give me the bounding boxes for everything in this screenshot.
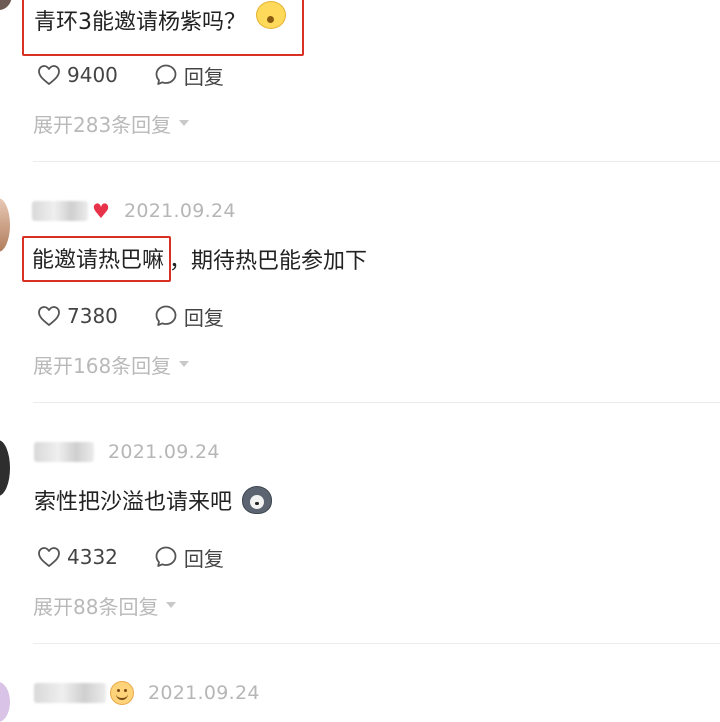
- comment-actions: 7380 回复: [37, 302, 224, 330]
- username-blurred[interactable]: [34, 683, 106, 703]
- heart-outline-icon: [38, 65, 60, 85]
- comment-text: 索性把沙溢也请来吧: [34, 490, 233, 515]
- username-blurred[interactable]: [32, 201, 88, 221]
- comment-text: ，期待热巴能参加下: [169, 249, 368, 274]
- comment-bubble-icon: [155, 546, 177, 567]
- like-button[interactable]: 4332: [37, 545, 118, 569]
- user-row: ♥ 2021.09.24: [22, 198, 236, 224]
- like-count: 9400: [67, 63, 118, 87]
- reply-label: 回复: [183, 546, 224, 571]
- avatar[interactable]: [0, 198, 10, 252]
- like-count: 7380: [67, 304, 118, 328]
- comment-date: 2021.09.24: [123, 200, 236, 222]
- expand-replies-label: 展开283条回复: [33, 112, 172, 137]
- caret-down-icon: [179, 361, 190, 367]
- reply-button[interactable]: 回复: [154, 61, 224, 90]
- smile-emoji-icon: [110, 681, 134, 705]
- comment-actions: 9400 回复: [37, 61, 224, 89]
- comment-actions: 4332 回复: [37, 543, 224, 571]
- expand-replies-button[interactable]: 展开168条回复: [33, 351, 190, 378]
- caret-down-icon: [166, 602, 177, 608]
- expand-replies-label: 展开88条回复: [33, 594, 159, 619]
- divider: [33, 402, 720, 403]
- reply-button[interactable]: 回复: [154, 543, 224, 572]
- expand-replies-button[interactable]: 展开283条回复: [33, 110, 190, 137]
- avatar[interactable]: [0, 440, 10, 496]
- caret-down-icon: [179, 120, 190, 126]
- divider: [33, 643, 720, 644]
- comment-date: 2021.09.24: [148, 682, 260, 704]
- reply-button[interactable]: 回复: [154, 302, 224, 331]
- user-row: 2021.09.24: [22, 680, 260, 706]
- user-row: 2021.09.24: [22, 439, 220, 465]
- comment-date: 2021.09.24: [108, 441, 220, 463]
- username-blurred[interactable]: [34, 442, 94, 462]
- husky-emoji-icon: [242, 486, 273, 514]
- comment-bubble-icon: [155, 305, 177, 326]
- like-button[interactable]: 9400: [37, 63, 118, 87]
- wow-emoji-icon: [256, 1, 286, 29]
- heart-outline-icon: [38, 306, 60, 326]
- reply-label: 回复: [183, 305, 224, 330]
- comment-text: 青环3能邀请杨紫吗？: [34, 10, 246, 35]
- reply-label: 回复: [183, 64, 224, 89]
- avatar[interactable]: [0, 682, 10, 722]
- avatar[interactable]: [0, 0, 12, 10]
- expand-replies-button[interactable]: 展开88条回复: [33, 592, 177, 619]
- comment-bubble-icon: [155, 64, 177, 85]
- comment-body: 能邀请热巴嘛 ，期待热巴能参加下: [22, 236, 368, 282]
- comment-text-highlighted: 青环3能邀请杨紫吗？: [22, 0, 304, 56]
- like-count: 4332: [67, 545, 118, 569]
- highlighted-phrase: 能邀请热巴嘛: [22, 236, 172, 282]
- like-button[interactable]: 7380: [37, 304, 118, 328]
- divider: [33, 161, 720, 162]
- heart-icon: ♥: [92, 199, 110, 223]
- heart-outline-icon: [38, 547, 60, 567]
- comment-body: 索性把沙溢也请来吧: [34, 484, 273, 516]
- expand-replies-label: 展开168条回复: [33, 353, 172, 378]
